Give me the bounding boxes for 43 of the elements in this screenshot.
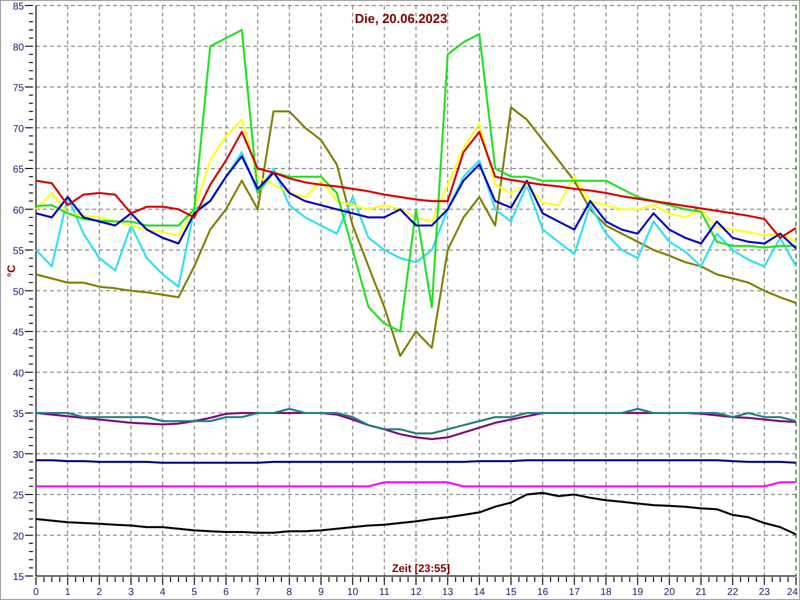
axis-tick-label: 80	[12, 42, 24, 54]
axis-tick-label: 65	[12, 164, 24, 176]
axis-tick-label: 8	[286, 587, 292, 598]
x-axis-label: Zeit [23:55]	[392, 563, 450, 575]
axis-tick-label: 12	[410, 587, 422, 598]
axis-tick-label: 22	[727, 587, 738, 598]
axis-tick-label: 10	[347, 587, 358, 598]
axis-tick-label: 50	[12, 286, 24, 298]
axis-tick-label: 40	[12, 368, 24, 380]
y-axis-label: °C	[6, 264, 18, 278]
axis-tick-label: 15	[12, 572, 24, 583]
axis-tick-label: 0	[33, 587, 39, 598]
axis-tick-label: 3	[128, 587, 134, 598]
axis-tick-label: 6	[223, 587, 229, 598]
axis-tick-label: 21	[695, 587, 707, 598]
axis-tick-label: 9	[318, 587, 324, 598]
axis-tick-label: 16	[537, 587, 548, 598]
axis-tick-label: 70	[12, 124, 24, 135]
axis-tick-label: 35	[12, 409, 24, 420]
axis-tick-label: 19	[632, 587, 644, 598]
axis-tick-label: 20	[12, 531, 24, 542]
axis-tick-label: 5	[192, 587, 198, 598]
axis-tick-label: 85	[12, 2, 24, 12]
axis-tick-label: 45	[12, 328, 24, 338]
axis-tick-label: 17	[568, 587, 580, 598]
axis-tick-label: 75	[12, 83, 24, 94]
axis-tick-label: 60	[12, 205, 24, 216]
axis-tick-label: 55	[12, 246, 24, 257]
axis-tick-label: 4	[160, 587, 166, 598]
axis-tick-label: 30	[12, 450, 24, 461]
axis-tick-label: 20	[664, 587, 675, 598]
axis-tick-label: 14	[474, 587, 485, 598]
axis-tick-label: 11	[379, 587, 390, 598]
axis-tick-label: 2	[96, 587, 102, 598]
axis-tick-label: 23	[758, 587, 770, 598]
axis-tick-label: 1	[64, 587, 70, 598]
axis-tick-label: 25	[12, 490, 24, 502]
axis-tick-label: 15	[505, 587, 517, 598]
axis-tick-label: 24	[786, 587, 798, 598]
axis-tick-label: 13	[442, 587, 454, 598]
axis-tick-label: 18	[600, 587, 612, 598]
axis-tick-label: 7	[254, 587, 260, 598]
chart-title: Die, 20.06.2023	[354, 11, 448, 26]
